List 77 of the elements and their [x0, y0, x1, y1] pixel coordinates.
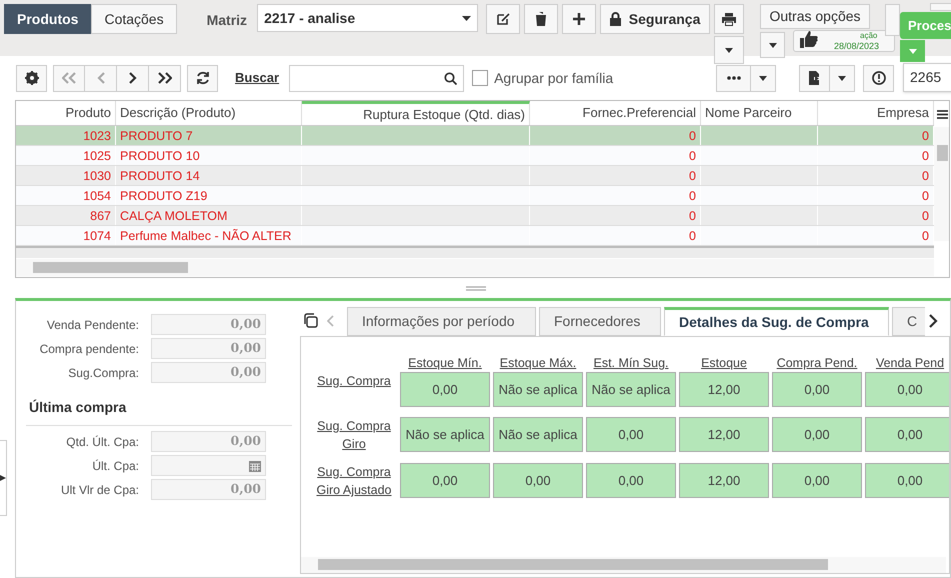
table-cell: 1023 [16, 126, 116, 145]
tab[interactable]: C [892, 307, 925, 336]
matriz-select[interactable]: 2217 - analise [257, 4, 478, 32]
matrix-cell: 0,00 [493, 463, 583, 498]
matrix-cell: Não se aplica [493, 417, 583, 452]
column-link[interactable]: Estoque [679, 354, 769, 372]
column-link[interactable]: Est. Mín Sug. [586, 354, 676, 372]
table-cell: CALÇA MOLETOM [116, 206, 302, 225]
table-row[interactable]: 1025 PRODUTO 10 0 0 [16, 146, 934, 166]
column-header[interactable]: Nome Parceiro [701, 101, 818, 125]
column-link[interactable]: Compra Pend. [772, 354, 862, 372]
tooltip: 2265 [903, 63, 951, 92]
matrix-cell: 0,00 [400, 463, 490, 498]
matrix-cell: 0,00 [772, 372, 862, 407]
table-cell: 0 [530, 186, 701, 205]
matrix-cell: 0,00 [586, 417, 676, 452]
matrix-cell: 12,00 [679, 463, 769, 498]
column-link[interactable]: Estoque Mín. [400, 354, 490, 372]
column-link[interactable]: Estoque Máx. [493, 354, 583, 372]
column-link[interactable]: Venda Pend [865, 354, 949, 372]
table-cell: 1030 [16, 166, 116, 185]
table-cell: 0 [530, 126, 701, 145]
row-link[interactable]: Sug. Compra Giro Ajustado [311, 463, 397, 499]
field-label: Últ. Cpa: [91, 458, 140, 474]
row-link[interactable]: Sug. Compra [311, 372, 397, 390]
field-label: Sug.Compra: [67, 364, 140, 382]
table-cell: 1074 [16, 226, 116, 245]
column-header[interactable]: Produto [16, 101, 116, 125]
tab[interactable]: Cotações [91, 4, 177, 34]
table-cell: Perfume Malbec - NÃO ALTER [116, 226, 302, 245]
matrix-cell: Não se aplica [493, 372, 583, 407]
matrix-cell: 0,00 [772, 463, 862, 498]
column-header[interactable]: Fornec.Preferencial [530, 101, 701, 125]
section-title: Última compra [28, 398, 128, 417]
field-label: Qtd. Últ. Cpa: [65, 434, 140, 450]
table-cell: PRODUTO 14 [116, 166, 302, 185]
other-options-button[interactable]: Outras opções [760, 4, 870, 29]
table-cell: 0 [530, 206, 701, 225]
matrix-cell: Não se aplica [586, 372, 676, 407]
field-label: Compra pendente: [38, 340, 140, 358]
matrix-cell: 12,00 [679, 372, 769, 407]
matrix-cell: 0,00 [400, 372, 490, 407]
notification-date: 28/08/2023 [834, 40, 880, 53]
table-row[interactable]: 1074 Perfume Malbec - NÃO ALTER 0 0 [16, 226, 934, 246]
table-row[interactable]: 1030 PRODUTO 14 0 0 [16, 166, 934, 186]
row-link[interactable]: Sug. Compra Giro [311, 417, 397, 453]
matrix-cell: 0,00 [865, 463, 949, 498]
column-header[interactable]: Empresa [818, 101, 934, 125]
notification-text: ação [860, 30, 878, 42]
table-cell: 867 [16, 206, 116, 225]
column-header[interactable]: Descrição (Produto) [116, 101, 302, 125]
matrix-cell: 12,00 [679, 417, 769, 452]
matrix-cell: 0,00 [865, 417, 949, 452]
field-label: Venda Pendente: [46, 316, 140, 334]
security-button[interactable]: Segurança [600, 4, 710, 34]
table-cell: 1054 [16, 186, 116, 205]
tab[interactable]: Produtos [4, 4, 92, 34]
table-row[interactable]: 867 CALÇA MOLETOM 0 0 [16, 206, 934, 226]
checkbox-label: Agrupar por família [494, 68, 614, 88]
table-cell: 1025 [16, 146, 116, 165]
table-cell: PRODUTO 10 [116, 146, 302, 165]
field-label: Ult Vlr de Cpa: [60, 482, 140, 498]
table-row[interactable]: 1054 PRODUTO Z19 0 0 [16, 186, 934, 206]
matrix-cell: Não se aplica [400, 417, 490, 452]
table-cell: 0 [530, 166, 701, 185]
matrix-cell: 0,00 [865, 372, 949, 407]
matrix-cell: 0,00 [586, 463, 676, 498]
search-link[interactable]: Buscar [235, 68, 280, 88]
matrix-cell: 0,00 [772, 417, 862, 452]
table-cell: 0 [530, 226, 701, 245]
table-cell: PRODUTO Z19 [116, 186, 302, 205]
table-cell: 0 [530, 146, 701, 165]
tab[interactable]: Informações por período [347, 307, 536, 336]
matriz-label: Matriz [206, 11, 248, 30]
tab[interactable]: Fornecedores [539, 307, 661, 336]
tab[interactable]: Detalhes da Sug. de Compra [664, 307, 889, 336]
table-cell: PRODUTO 7 [116, 126, 302, 145]
